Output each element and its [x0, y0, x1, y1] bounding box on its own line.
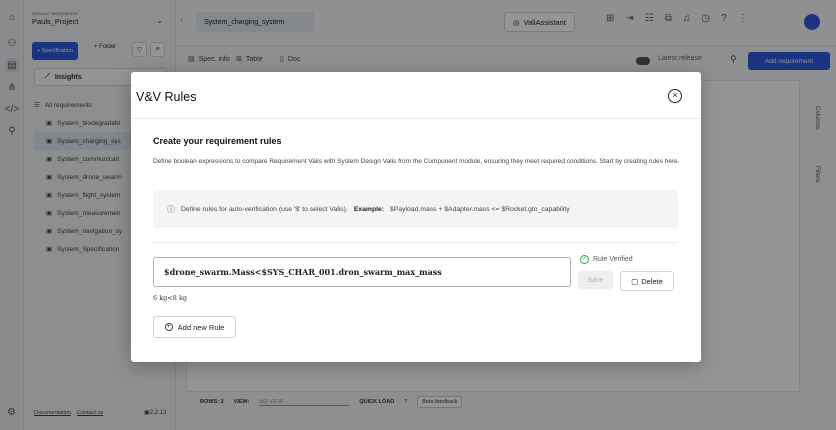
rule-status: ✓ Rule Verified [580, 255, 633, 264]
dialog-title: V&V Rules [136, 90, 197, 104]
divider [153, 242, 678, 243]
info-text: Define rules for auto-verification (use … [181, 205, 348, 213]
check-circle-icon: ✓ [580, 255, 589, 264]
close-icon[interactable]: × [668, 89, 682, 103]
example-label: Example: [353, 205, 385, 213]
vv-rules-dialog: V&V Rules × Create your requirement rule… [131, 72, 701, 362]
plus-circle-icon: + [164, 323, 173, 331]
rule-evaluation: 6 kg<8 kg [153, 294, 188, 302]
info-icon: ⓘ [167, 204, 175, 214]
add-rule-label: Add new Rule [177, 322, 225, 332]
divider [131, 118, 701, 119]
example-value: $Payload.mass + $Adapter.mass <= $Rocket… [390, 205, 570, 213]
save-rule-button[interactable]: Save [578, 271, 613, 289]
delete-rule-button[interactable]: ▢ Delete [620, 271, 674, 291]
add-rule-button[interactable]: + Add new Rule [153, 316, 236, 338]
section-description: Define boolean expressions to compare Re… [153, 158, 680, 165]
section-heading: Create your requirement rules [153, 136, 282, 146]
delete-label: Delete [641, 276, 663, 286]
info-banner: ⓘ Define rules for auto-verification (us… [153, 190, 678, 228]
rule-expression-input[interactable]: $drone_swarm.Mass<$SYS_CHAR_001.dron_swa… [153, 257, 571, 287]
trash-icon: ▢ [631, 276, 639, 286]
rule-status-label: Rule Verified [593, 256, 633, 263]
